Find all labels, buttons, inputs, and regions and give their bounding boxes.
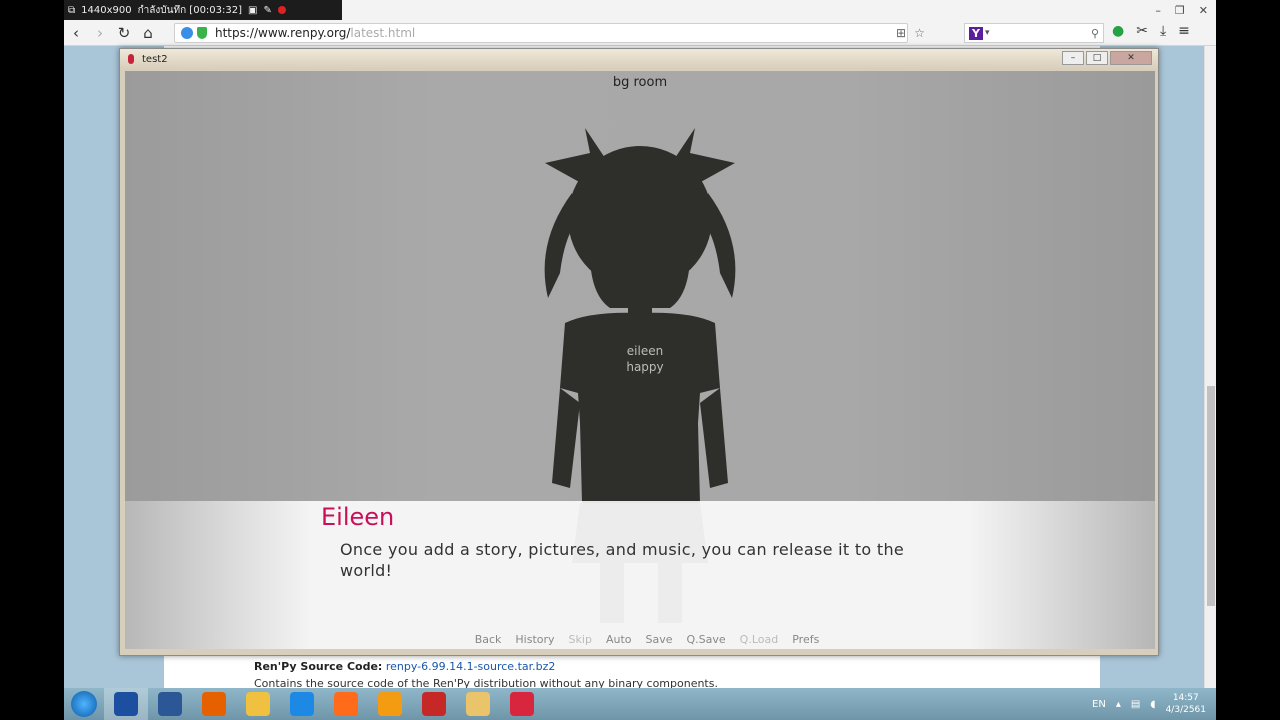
app-icon	[378, 692, 402, 716]
shield-icon	[197, 27, 207, 39]
url-main: https://www.renpy.org/	[215, 26, 351, 40]
app-icon	[114, 692, 138, 716]
taskbar-app-1[interactable]	[104, 688, 148, 720]
clock-time: 14:57	[1172, 693, 1199, 703]
pen-icon[interactable]: ✎	[263, 5, 271, 16]
game-maximize-icon[interactable]: □	[1086, 51, 1108, 65]
taskbar-app-3[interactable]	[192, 688, 236, 720]
taskbar-app-2[interactable]	[148, 688, 192, 720]
screen-recorder-bar: ⧉ 1440x900 กำลังบันทึก [00:03:32] ▣ ✎	[64, 0, 342, 20]
browser-right-tools: ● ✂ ⤓ ≡	[1112, 23, 1190, 39]
home-icon[interactable]: ⌂	[136, 21, 160, 45]
yahoo-icon[interactable]: Y	[969, 26, 983, 40]
sprite-name: eileen	[626, 344, 664, 358]
browser-toolbar: ‹ › ↻ ⌂ https://www.renpy.org/ latest.ht…	[64, 20, 1216, 46]
app-icon	[202, 692, 226, 716]
close-icon[interactable]: ✕	[1199, 4, 1208, 17]
scissors-icon[interactable]: ✂	[1136, 23, 1148, 39]
quick-menu-q-save[interactable]: Q.Save	[687, 633, 726, 646]
search-engine-dropdown-icon[interactable]: ▾	[985, 28, 990, 38]
taskbar-app-6[interactable]	[324, 688, 368, 720]
camera-icon[interactable]: ▣	[248, 5, 257, 16]
star-icon[interactable]: ☆	[914, 26, 925, 40]
quick-menu-back[interactable]: Back	[475, 633, 502, 646]
taskbar-apps	[104, 688, 544, 720]
app-icon	[158, 692, 182, 716]
game-window: test2 – □ ✕ bg room eileen happy Eileen …	[119, 48, 1159, 656]
scrollbar-thumb[interactable]	[1207, 386, 1215, 606]
app-icon	[466, 692, 490, 716]
app-icon	[334, 692, 358, 716]
windows-logo-icon	[71, 691, 97, 717]
taskbar-app-8[interactable]	[412, 688, 456, 720]
taskbar-app-9[interactable]	[456, 688, 500, 720]
source-code-label: Ren'Py Source Code:	[254, 660, 383, 673]
language-indicator[interactable]: EN	[1092, 699, 1106, 710]
game-stage[interactable]: bg room eileen happy Eileen Once you add…	[125, 71, 1155, 649]
browser-window-controls: – ❐ ✕	[1086, 0, 1216, 20]
reload-icon[interactable]: ↻	[112, 21, 136, 45]
game-window-controls: – □ ✕	[1062, 51, 1152, 65]
sprite-placeholder-label: eileen happy	[595, 343, 695, 375]
game-minimize-icon[interactable]: –	[1062, 51, 1084, 65]
volume-icon[interactable]: ◖	[1150, 699, 1155, 710]
clock[interactable]: 14:57 4/3/2561	[1166, 692, 1206, 716]
recorder-res-icon: ⧉	[68, 4, 76, 16]
back-icon[interactable]: ‹	[64, 21, 88, 45]
recorder-status: กำลังบันทึก [00:03:32]	[137, 4, 243, 16]
record-icon[interactable]	[277, 6, 286, 14]
renpy-app-icon	[128, 54, 134, 64]
address-bar[interactable]: https://www.renpy.org/ latest.html	[174, 23, 908, 43]
network-icon[interactable]: ▤	[1131, 699, 1140, 710]
taskbar-app-5[interactable]	[280, 688, 324, 720]
taskbar-app-4[interactable]	[236, 688, 280, 720]
speaker-name: Eileen	[321, 503, 395, 531]
download-icon[interactable]: ⤓	[1160, 23, 1166, 39]
app-icon	[290, 692, 314, 716]
quick-menu-auto[interactable]: Auto	[606, 633, 632, 646]
quick-menu-skip[interactable]: Skip	[569, 633, 592, 646]
app-icon	[246, 692, 270, 716]
app-icon	[510, 692, 534, 716]
quick-menu: Back History Skip Auto Save Q.Save Q.Load Prefs	[125, 633, 1155, 646]
taskbar-app-7[interactable]	[368, 688, 412, 720]
translate-icon[interactable]: ⊞	[896, 26, 906, 40]
minimize-icon[interactable]: –	[1155, 4, 1161, 17]
background-placeholder-label: bg room	[612, 75, 668, 90]
menu-icon[interactable]: ≡	[1178, 23, 1190, 39]
game-window-title: test2	[142, 53, 168, 65]
dialogue-box[interactable]: Eileen Once you add a story, pictures, a…	[125, 501, 1155, 649]
source-code-link[interactable]: renpy-6.99.14.1-source.tar.bz2	[386, 660, 556, 673]
app-icon	[422, 692, 446, 716]
quick-menu-q-load[interactable]: Q.Load	[740, 633, 779, 646]
game-close-icon[interactable]: ✕	[1110, 51, 1152, 65]
taskbar-app-10[interactable]	[500, 688, 544, 720]
desktop-screen: ⧉ 1440x900 กำลังบันทึก [00:03:32] ▣ ✎ – …	[64, 0, 1216, 720]
clock-date: 4/3/2561	[1165, 705, 1206, 715]
quick-menu-prefs[interactable]: Prefs	[792, 633, 819, 646]
address-bar-actions: ⊞ ☆	[896, 26, 925, 40]
search-input[interactable]: Y ▾ ⚲	[964, 23, 1104, 43]
quick-menu-history[interactable]: History	[515, 633, 554, 646]
url-path: latest.html	[350, 26, 416, 40]
recorder-resolution: 1440x900	[81, 4, 132, 16]
tray-expand-icon[interactable]: ▴	[1116, 699, 1121, 710]
quick-menu-save[interactable]: Save	[646, 633, 673, 646]
system-tray: EN ▴ ▤ ◖ 14:57 4/3/2561	[1092, 688, 1216, 720]
game-titlebar[interactable]: test2	[120, 49, 1158, 69]
page-download-section: Ren'Py Source Code: renpy-6.99.14.1-sour…	[254, 660, 718, 690]
search-icon[interactable]: ⚲	[1091, 27, 1099, 40]
page-scrollbar[interactable]	[1204, 46, 1216, 688]
secure-icon	[181, 27, 193, 39]
start-button[interactable]	[64, 688, 104, 720]
whatsapp-icon[interactable]: ●	[1112, 23, 1124, 39]
forward-icon[interactable]: ›	[88, 21, 112, 45]
sprite-attribute: happy	[626, 360, 664, 374]
dialogue-text: Once you add a story, pictures, and musi…	[340, 540, 905, 580]
windows-taskbar: EN ▴ ▤ ◖ 14:57 4/3/2561	[64, 688, 1216, 720]
restore-icon[interactable]: ❐	[1175, 4, 1185, 17]
browser-titlebar	[342, 0, 1216, 20]
